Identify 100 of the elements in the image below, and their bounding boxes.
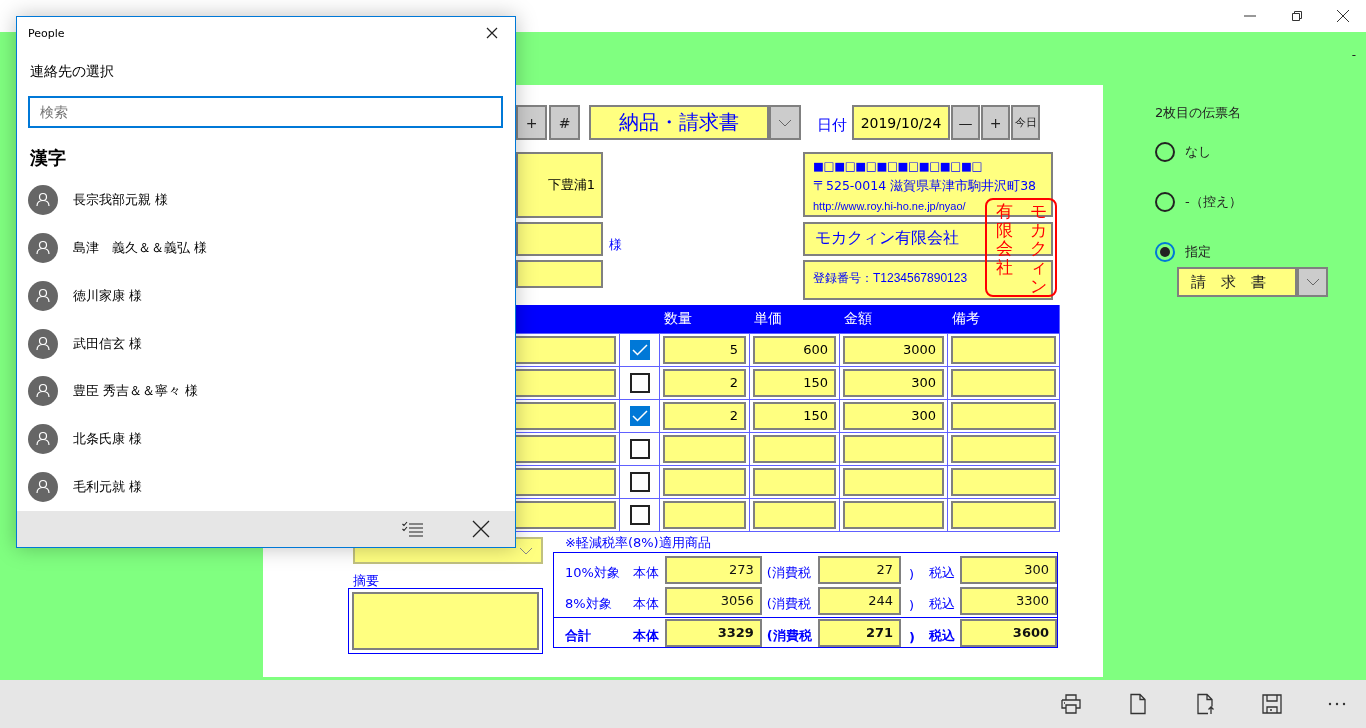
date-button[interactable]: 今日: [1011, 105, 1040, 140]
contact-item[interactable]: 毛利元就 様: [17, 463, 515, 512]
tax-included-amount: 3300: [959, 586, 1058, 615]
remarks-field[interactable]: [951, 468, 1056, 496]
print-icon[interactable]: [1060, 693, 1082, 715]
pattern-text: ■□■□■□■□■□■□■□■□: [813, 158, 983, 175]
header-mark: -: [1351, 48, 1356, 62]
quantity-field[interactable]: [663, 501, 746, 529]
amount-field[interactable]: [843, 468, 944, 496]
column-header: 備考: [951, 310, 981, 328]
search-field[interactable]: 検索: [28, 95, 503, 128]
sheet-button[interactable]: +: [516, 105, 547, 140]
body-label: 本体: [633, 627, 661, 645]
document-upload-icon[interactable]: [1194, 693, 1216, 715]
sheet-button[interactable]: #: [549, 105, 580, 140]
slip-type-dropdown[interactable]: 納品・請求書: [589, 105, 769, 140]
checkbox[interactable]: [629, 373, 650, 393]
column-header: 数量: [663, 310, 693, 328]
tax-label: (消費税: [766, 564, 812, 583]
tax-amount: 244: [817, 586, 902, 615]
quantity-field[interactable]: 2: [663, 369, 746, 397]
price-field[interactable]: [753, 468, 836, 496]
tax-included-amount: 300: [959, 556, 1058, 585]
amount-field[interactable]: [843, 501, 944, 529]
date-button[interactable]: —: [951, 105, 980, 140]
restore-icon[interactable]: [1290, 9, 1304, 23]
save-icon[interactable]: [1261, 693, 1283, 715]
checkbox[interactable]: [629, 439, 650, 459]
date-label: 日付: [817, 116, 847, 135]
chevron-down-icon: [778, 118, 792, 127]
name-field[interactable]: [516, 260, 603, 288]
quantity-field[interactable]: [663, 435, 746, 463]
contact-item[interactable]: 島津 義久＆＆義弘 様: [17, 223, 515, 272]
tax-label: (消費税: [766, 594, 812, 613]
dropdown-button[interactable]: [1297, 267, 1328, 297]
column-header: 金額: [843, 310, 873, 328]
body-amount: 3056: [664, 586, 762, 615]
address-field[interactable]: 下豊浦1: [516, 152, 603, 218]
contact-item[interactable]: 武田信玄 様: [17, 319, 515, 368]
close-icon[interactable]: [1336, 9, 1350, 23]
quantity-field[interactable]: [663, 468, 746, 496]
date-field[interactable]: 2019/10/24: [852, 105, 950, 140]
radio-option[interactable]: 指定: [1155, 242, 1328, 262]
avatar-icon: [28, 424, 58, 455]
quantity-field[interactable]: 2: [663, 402, 746, 430]
radio-option[interactable]: -（控え）: [1155, 192, 1328, 212]
amount-field[interactable]: 3000: [843, 336, 944, 364]
remarks-field[interactable]: [951, 336, 1056, 364]
dialog-title: People: [28, 26, 65, 40]
contact-item[interactable]: 長宗我部元親 様: [17, 175, 515, 224]
avatar-icon: [28, 232, 58, 263]
checkbox[interactable]: [629, 406, 650, 426]
tax-included-amount: 3600: [959, 619, 1058, 647]
chevron-down-icon: [1305, 278, 1320, 286]
price-field[interactable]: 150: [753, 369, 836, 397]
price-field[interactable]: [753, 501, 836, 529]
checkbox[interactable]: [629, 505, 650, 525]
contact-item[interactable]: 北条氏康 様: [17, 415, 515, 464]
new-document-icon[interactable]: [1127, 693, 1149, 715]
date-button[interactable]: +: [981, 105, 1010, 140]
name-field[interactable]: [516, 222, 603, 256]
price-field[interactable]: 600: [753, 336, 836, 364]
more-icon[interactable]: [1328, 702, 1346, 706]
quantity-field[interactable]: 5: [663, 336, 746, 364]
tax-included-label: 税込: [928, 627, 956, 645]
column-header: 単価: [753, 310, 783, 328]
tax-label: (消費税: [766, 627, 813, 645]
price-field[interactable]: 150: [753, 402, 836, 430]
amount-field[interactable]: [843, 435, 944, 463]
price-field[interactable]: [753, 435, 836, 463]
radio-option[interactable]: なし: [1155, 142, 1328, 162]
amount-field[interactable]: 300: [843, 402, 944, 430]
chevron-down-icon: [519, 546, 533, 555]
issuer-address: 〒525-0014 滋賀県草津市駒井沢町38: [813, 177, 1037, 195]
contact-item[interactable]: 徳川家康 様: [17, 271, 515, 320]
paren-label: ): [909, 630, 917, 645]
tax-category-label: 合計: [565, 627, 592, 645]
checkbox[interactable]: [629, 340, 650, 360]
remarks-field[interactable]: [951, 501, 1056, 529]
memo-field[interactable]: [348, 588, 543, 654]
checkbox[interactable]: [629, 472, 650, 492]
remarks-field[interactable]: [951, 369, 1056, 397]
amount-field[interactable]: 300: [843, 369, 944, 397]
close-icon[interactable]: [472, 520, 490, 539]
close-icon[interactable]: [486, 27, 498, 40]
tax-included-label: 税込: [928, 594, 956, 613]
tax-category-label: 10%対象: [565, 564, 621, 583]
contact-item[interactable]: 豊臣 秀吉＆＆寧々 様: [17, 367, 515, 416]
remarks-field[interactable]: [951, 435, 1056, 463]
avatar-icon: [28, 328, 58, 359]
dropdown-button[interactable]: [769, 105, 801, 140]
body-label: 本体: [633, 594, 661, 613]
multi-select-icon[interactable]: [402, 521, 424, 538]
tax-included-label: 税込: [928, 564, 956, 583]
honorific-label: 様: [609, 236, 622, 254]
remarks-field[interactable]: [951, 402, 1056, 430]
dialog-heading: 連絡先の選択: [30, 62, 115, 81]
tax-category-label: 8%対象: [565, 594, 613, 613]
avatar-icon: [28, 472, 58, 503]
slip-name-dropdown[interactable]: 請 求 書: [1177, 267, 1297, 297]
